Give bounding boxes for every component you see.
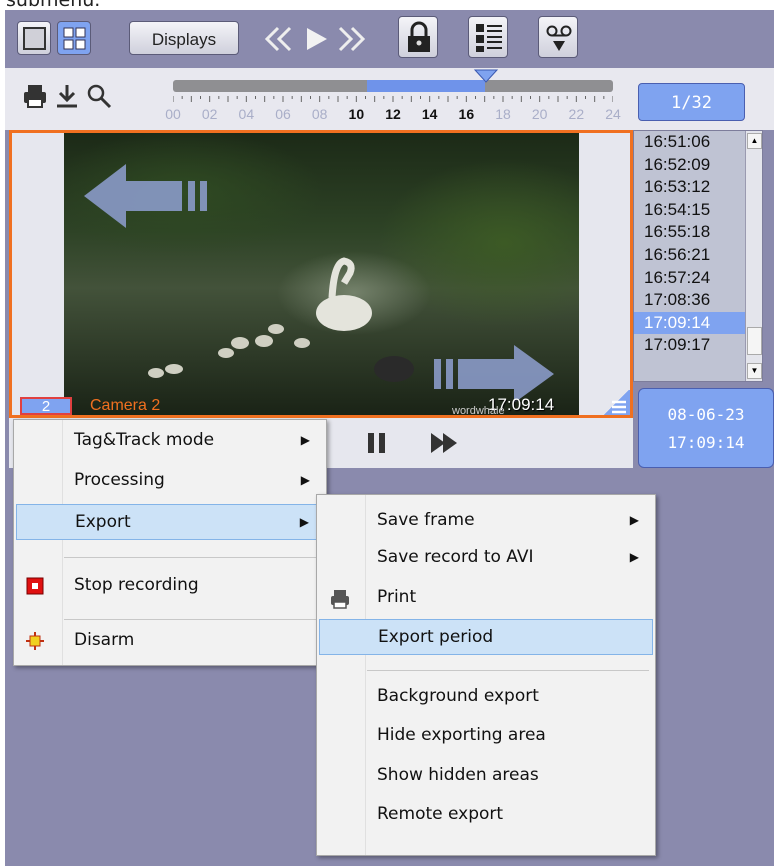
time-list-item[interactable]: 16:51:06 bbox=[634, 131, 762, 154]
grid-view-button[interactable] bbox=[57, 21, 91, 55]
submenu-arrow-icon: ▶ bbox=[300, 473, 310, 487]
timeline-hour-label: 18 bbox=[495, 106, 511, 122]
toolbar: Displays bbox=[5, 10, 774, 68]
single-view-button[interactable] bbox=[17, 21, 51, 55]
stop-icon bbox=[26, 577, 44, 595]
menu-separator bbox=[64, 619, 320, 620]
print-icon bbox=[331, 590, 349, 609]
time-list-item[interactable]: 16:56:21 bbox=[634, 244, 762, 267]
step-forward-icon[interactable] bbox=[427, 430, 461, 456]
timeline-hour-label: 08 bbox=[311, 106, 328, 122]
timeline-hour-label: 10 bbox=[348, 106, 365, 122]
submenu-arrow-icon: ▶ bbox=[299, 515, 309, 529]
scroll-thumb[interactable] bbox=[747, 327, 762, 355]
menu-separator bbox=[367, 670, 649, 671]
camera-counter: 1/32 bbox=[638, 83, 745, 121]
submenu-item-show-hidden-areas[interactable]: Show hidden areas bbox=[319, 758, 653, 794]
previous-camera-icon[interactable] bbox=[82, 161, 222, 231]
camera-number: 2 bbox=[41, 398, 51, 415]
timeline-hour-label: 12 bbox=[385, 106, 401, 122]
submenu-arrow-icon: ▶ bbox=[300, 433, 310, 447]
timeline-ticks bbox=[173, 96, 613, 102]
time-list-item[interactable]: 16:57:24 bbox=[634, 267, 762, 290]
fast-forward-icon[interactable] bbox=[331, 24, 371, 54]
time-list-scrollbar[interactable]: ▲ ▼ bbox=[745, 131, 762, 381]
timeline-hour-label: 00 bbox=[165, 106, 181, 122]
submenu-item-export-period[interactable]: Export period bbox=[319, 619, 653, 655]
lock-icon bbox=[408, 21, 430, 52]
context-menu: Tag&Track mode ▶ Processing ▶ Export ▶ Stop… bbox=[13, 419, 327, 666]
timeline-hour-label: 16 bbox=[458, 106, 475, 122]
submenu-item-save-avi[interactable]: Save record to AVI ▶ bbox=[319, 540, 653, 576]
timeline-hour-labels: 00 02 04 06 08 10 12 14 16 18 20 22 24 bbox=[165, 106, 621, 126]
current-date: 08-06-23 bbox=[667, 405, 745, 424]
menu-icon bbox=[612, 400, 626, 414]
menu-item-processing[interactable]: Processing ▶ bbox=[16, 463, 324, 499]
submenu-item-remote-export[interactable]: Remote export bbox=[319, 797, 653, 833]
timeline-hour-label: 04 bbox=[238, 106, 255, 122]
scroll-down-button[interactable]: ▼ bbox=[747, 363, 762, 379]
timeline-hour-label: 14 bbox=[421, 106, 438, 122]
disarm-icon bbox=[26, 632, 44, 650]
record-time-list[interactable]: 16:51:06 16:52:09 16:53:12 16:54:15 16:55:18… bbox=[633, 130, 763, 382]
list-icon bbox=[476, 24, 502, 52]
camera-menu-button[interactable] bbox=[600, 390, 630, 415]
play-icon[interactable] bbox=[301, 24, 331, 54]
menu-separator bbox=[64, 557, 320, 558]
menu-item-export[interactable]: Export ▶ bbox=[16, 504, 324, 540]
grid-view-icon bbox=[63, 27, 86, 50]
date-time-display: 08-06-23 17:09:14 bbox=[638, 388, 774, 468]
timeline-hour-label: 20 bbox=[531, 106, 548, 122]
current-time: 17:09:14 bbox=[667, 433, 745, 452]
time-list-item[interactable]: 16:55:18 bbox=[634, 221, 762, 244]
time-list-item[interactable]: 17:08:36 bbox=[634, 289, 762, 312]
timeline-hour-label: 24 bbox=[605, 106, 621, 122]
list-button[interactable] bbox=[468, 16, 508, 58]
submenu-item-print[interactable]: Print bbox=[319, 580, 653, 616]
timeline-hour-label: 02 bbox=[201, 106, 218, 122]
timeline-hour-label: 22 bbox=[568, 106, 585, 122]
timeline-selection[interactable] bbox=[367, 80, 485, 92]
rewind-icon[interactable] bbox=[259, 24, 299, 54]
download-icon[interactable] bbox=[53, 82, 81, 110]
menu-item-disarm[interactable]: Disarm bbox=[16, 623, 324, 659]
time-list-item[interactable]: 16:53:12 bbox=[634, 176, 762, 199]
lock-button[interactable] bbox=[398, 16, 438, 58]
submenu-item-background-export[interactable]: Background export bbox=[319, 679, 653, 715]
displays-label: Displays bbox=[151, 30, 217, 49]
submenu-arrow-icon: ▶ bbox=[629, 550, 639, 564]
video-surveillance-window: Displays 00 02 04 06 08 10 12 14 16 18 20 22 24 1/32 bbox=[5, 10, 774, 866]
submenu-item-hide-exporting-area[interactable]: Hide exporting area bbox=[319, 718, 653, 754]
export-submenu: Save frame ▶ Save record to AVI ▶ Print Ex… bbox=[316, 494, 656, 856]
time-list-item[interactable]: 16:52:09 bbox=[634, 154, 762, 177]
submenu-arrow-icon: ▶ bbox=[629, 513, 639, 527]
camera-number-badge[interactable]: 2 bbox=[20, 397, 72, 415]
time-list-item[interactable]: 17:09:17 bbox=[634, 334, 762, 357]
video-watermark: wordwhale bbox=[452, 405, 505, 417]
single-view-icon bbox=[23, 27, 46, 50]
time-list-item[interactable]: 17:09:14 bbox=[634, 311, 762, 335]
cassette-icon bbox=[546, 25, 572, 51]
scroll-up-button[interactable]: ▲ bbox=[747, 133, 762, 149]
timeline-hour-label: 06 bbox=[275, 106, 291, 122]
time-list-item[interactable]: 16:54:15 bbox=[634, 199, 762, 222]
menu-item-stop-recording[interactable]: Stop recording bbox=[16, 568, 324, 604]
camera-name: Camera 2 bbox=[90, 397, 161, 414]
pause-icon[interactable] bbox=[364, 430, 390, 456]
camera-viewer[interactable]: 2 Camera 2 17:09:14 wordwhale bbox=[9, 130, 633, 418]
displays-button[interactable]: Displays bbox=[129, 21, 239, 55]
cassette-button[interactable] bbox=[538, 16, 578, 58]
print-icon[interactable] bbox=[21, 82, 49, 110]
menu-item-tag-track[interactable]: Tag&Track mode ▶ bbox=[16, 423, 324, 459]
timeline-pointer-icon[interactable] bbox=[473, 69, 499, 83]
submenu-item-save-frame[interactable]: Save frame ▶ bbox=[319, 503, 653, 539]
search-icon[interactable] bbox=[85, 82, 113, 110]
